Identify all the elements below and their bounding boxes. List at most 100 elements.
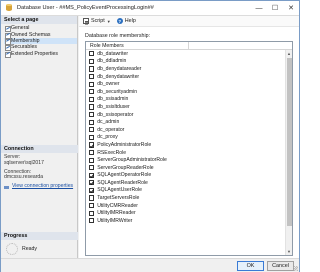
role-checkbox[interactable] xyxy=(89,66,95,72)
page-item-label: Owned Schemas xyxy=(11,31,51,38)
role-checkbox[interactable] xyxy=(89,51,95,57)
help-label: Help xyxy=(124,18,136,24)
connection-header: Connection xyxy=(1,145,78,153)
view-connection-link[interactable]: View connection properties xyxy=(12,183,73,190)
table-row[interactable]: db_securityadmin xyxy=(86,88,286,96)
role-checkbox[interactable] xyxy=(89,119,95,125)
role-name: PolicyAdministratorRole xyxy=(97,141,152,148)
role-name: dc_proxy xyxy=(97,134,118,141)
role-checkbox[interactable] xyxy=(89,218,95,224)
role-checkbox[interactable] xyxy=(89,187,95,194)
role-checkbox[interactable] xyxy=(89,157,95,163)
role-checkbox[interactable] xyxy=(89,111,95,118)
table-row[interactable]: UtilityIMRReader xyxy=(86,209,286,217)
role-checkbox[interactable] xyxy=(89,58,95,64)
role-name: db_ddladmin xyxy=(97,58,127,65)
role-checkbox[interactable] xyxy=(89,134,95,140)
role-name: dc_admin xyxy=(97,119,120,126)
table-row[interactable]: db_owner xyxy=(86,80,286,88)
cancel-button[interactable]: Cancel xyxy=(267,261,294,271)
role-checkbox[interactable] xyxy=(89,96,95,102)
scroll-down-icon[interactable]: ▼ xyxy=(286,248,292,255)
page-wrench-icon xyxy=(4,51,11,58)
role-name: db_datawriter xyxy=(97,50,129,57)
role-checkbox[interactable] xyxy=(89,89,95,95)
page-item-label: Securables xyxy=(11,44,37,51)
main-panel: Script ▼ ? Help Database role membership… xyxy=(79,16,299,258)
close-button[interactable]: ✕ xyxy=(283,1,299,16)
role-checkbox[interactable] xyxy=(89,203,95,209)
table-row[interactable]: db_ssisoperator xyxy=(86,111,286,119)
table-row[interactable]: UtilityIMRWriter xyxy=(86,217,286,225)
role-membership-label: Database role membership: xyxy=(85,33,151,39)
connection-value: dmcssu.researda xyxy=(4,174,44,181)
role-checkbox[interactable] xyxy=(89,127,95,133)
role-name: SQLAgentOperatorRole xyxy=(97,172,152,179)
table-row[interactable]: TargetServersRole xyxy=(86,194,286,202)
role-name: UtilityCMRReader xyxy=(97,202,138,209)
table-row[interactable]: db_ssisltduser xyxy=(86,103,286,111)
script-label: Script xyxy=(91,18,105,24)
database-user-dialog: Database User - ##MS_PolicyEventProcessi… xyxy=(0,0,300,272)
table-row[interactable]: SQLAgentOperatorRole xyxy=(86,172,286,180)
role-name: ServerGroupReaderRole xyxy=(97,164,154,171)
table-row[interactable]: SQLAgentUserRole xyxy=(86,187,286,195)
role-checkbox[interactable] xyxy=(89,81,95,87)
database-icon xyxy=(5,4,13,12)
role-name: ServerGroupAdministratorRole xyxy=(97,157,167,164)
column-header-role-members: Role Members xyxy=(90,42,124,49)
maximize-button[interactable]: ☐ xyxy=(267,1,283,16)
role-name: db_denydatareader xyxy=(97,65,142,72)
page-wrench-icon xyxy=(4,45,11,52)
minimize-button[interactable]: — xyxy=(251,1,267,16)
scroll-up-icon[interactable]: ▲ xyxy=(286,50,292,57)
table-row[interactable]: db_ddladmin xyxy=(86,58,286,66)
table-row[interactable]: UtilityCMRReader xyxy=(86,202,286,210)
view-connection-properties[interactable]: View connection properties xyxy=(4,183,78,190)
toolbar: Script ▼ ? Help xyxy=(79,16,299,27)
role-checkbox[interactable] xyxy=(89,165,95,171)
role-checkbox[interactable] xyxy=(89,149,95,156)
role-name: TargetServersRole xyxy=(97,195,140,202)
page-list: General Owned Schemas Membership Securab… xyxy=(1,24,77,58)
table-header: Role Members xyxy=(86,42,292,50)
role-checkbox[interactable] xyxy=(89,142,95,148)
script-icon xyxy=(83,18,89,24)
table-row[interactable]: db_ssisadmin xyxy=(86,96,286,104)
select-page-header: Select a page xyxy=(1,16,77,24)
table-row[interactable]: db_datawriter xyxy=(86,50,286,58)
table-row[interactable]: SQLAgentReaderRole xyxy=(86,179,286,187)
role-name: SQLAgentReaderRole xyxy=(97,179,148,186)
role-checkbox[interactable] xyxy=(89,195,95,201)
table-row[interactable]: ServerGroupAdministratorRole xyxy=(86,156,286,164)
progress-header: Progress xyxy=(1,232,78,240)
table-row[interactable]: ServerGroupReaderRole xyxy=(86,164,286,172)
table-row[interactable]: dc_operator xyxy=(86,126,286,134)
page-item-extended-properties[interactable]: Extended Properties xyxy=(4,51,77,58)
table-row[interactable]: db_denydatawriter xyxy=(86,73,286,81)
script-button[interactable]: Script ▼ xyxy=(83,18,111,24)
vertical-scrollbar[interactable]: ▲ ▼ xyxy=(285,50,292,255)
scroll-thumb[interactable] xyxy=(287,58,292,226)
role-checkbox[interactable] xyxy=(89,180,95,186)
role-name: RSExecRole xyxy=(97,149,127,156)
role-checkbox[interactable] xyxy=(89,172,95,178)
help-icon: ? xyxy=(116,18,123,24)
role-checkbox[interactable] xyxy=(89,104,95,110)
page-wrench-icon xyxy=(4,38,11,45)
resize-grip-icon[interactable] xyxy=(293,266,298,271)
role-name: UtilityIMRReader xyxy=(97,210,136,217)
page-wrench-icon xyxy=(4,32,11,39)
table-row[interactable]: RSExecRole xyxy=(86,149,286,157)
title-bar[interactable]: Database User - ##MS_PolicyEventProcessi… xyxy=(1,1,299,16)
role-checkbox[interactable] xyxy=(89,210,95,216)
ok-button[interactable]: OK xyxy=(237,261,264,271)
help-button[interactable]: ? Help xyxy=(116,18,136,24)
table-row[interactable]: dc_proxy xyxy=(86,134,286,142)
table-row[interactable]: PolicyAdministratorRole xyxy=(86,141,286,149)
connection-properties-icon xyxy=(4,185,10,190)
table-row[interactable]: dc_admin xyxy=(86,118,286,126)
role-checkbox[interactable] xyxy=(89,73,95,80)
progress-section: Progress Ready xyxy=(1,232,78,255)
table-row[interactable]: db_denydatareader xyxy=(86,65,286,73)
